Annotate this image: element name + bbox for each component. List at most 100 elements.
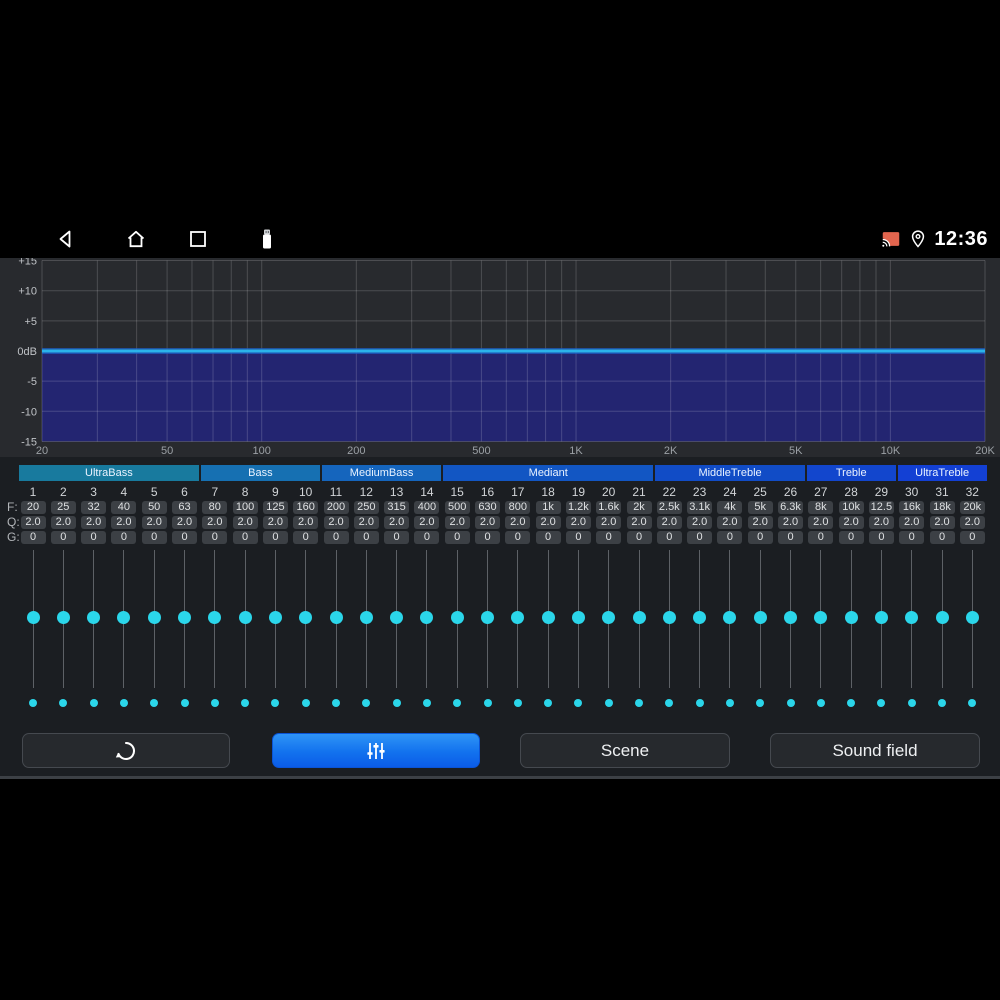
gain-value-chip[interactable]: 0	[778, 531, 803, 544]
frequency-value-chip[interactable]: 18k	[929, 501, 955, 514]
frequency-value-chip[interactable]: 160	[293, 501, 319, 514]
band-slider-thumb[interactable]	[450, 610, 464, 624]
band-slider-thumb[interactable]	[784, 610, 797, 624]
band-slider-thumb[interactable]	[632, 610, 646, 624]
q-factor-value-chip[interactable]: 2.0	[808, 516, 834, 529]
band-slider-thumb[interactable]	[268, 610, 282, 624]
frequency-value-chip[interactable]: 800	[505, 501, 531, 514]
q-factor-value-chip[interactable]: 2.0	[868, 516, 894, 529]
band-slider-thumb[interactable]	[693, 610, 707, 624]
band-slider-thumb[interactable]	[874, 610, 888, 624]
frequency-value-chip[interactable]: 5k	[747, 501, 773, 514]
frequency-value-chip[interactable]: 12.5	[868, 501, 894, 514]
band-slider-thumb[interactable]	[299, 610, 313, 624]
gain-value-chip[interactable]: 0	[202, 531, 228, 544]
equalizer-button[interactable]	[272, 733, 480, 768]
q-factor-value-chip[interactable]: 2.0	[50, 516, 76, 529]
frequency-value-chip[interactable]: 3.1k	[687, 501, 713, 514]
frequency-value-chip[interactable]: 1.6k	[596, 501, 622, 514]
q-factor-value-chip[interactable]: 2.0	[656, 516, 682, 529]
gain-value-chip[interactable]: 0	[444, 531, 470, 544]
usb-icon[interactable]	[255, 227, 279, 251]
frequency-value-chip[interactable]: 20k	[959, 501, 985, 514]
gain-value-chip[interactable]: 0	[565, 531, 591, 544]
band-slider-thumb[interactable]	[390, 610, 404, 624]
q-factor-value-chip[interactable]: 2.0	[626, 516, 652, 529]
band-slider-thumb[interactable]	[571, 610, 585, 624]
frequency-value-chip[interactable]: 125	[262, 501, 288, 514]
reset-button[interactable]	[22, 733, 230, 768]
band-slider-thumb[interactable]	[602, 610, 616, 624]
frequency-value-chip[interactable]: 2k	[626, 501, 652, 514]
frequency-value-chip[interactable]: 1k	[535, 501, 561, 514]
scene-button[interactable]: Scene	[520, 733, 730, 768]
q-factor-value-chip[interactable]: 2.0	[81, 516, 107, 529]
band-slider-thumb[interactable]	[329, 610, 343, 624]
band-slider-thumb[interactable]	[753, 610, 767, 624]
q-factor-value-chip[interactable]: 2.0	[141, 516, 167, 529]
recents-icon[interactable]	[186, 227, 210, 251]
band-slider-thumb[interactable]	[481, 610, 494, 624]
q-factor-value-chip[interactable]: 2.0	[535, 516, 561, 529]
gain-value-chip[interactable]: 0	[899, 531, 925, 544]
q-factor-value-chip[interactable]: 2.0	[323, 516, 349, 529]
band-slider-thumb[interactable]	[723, 610, 737, 624]
frequency-value-chip[interactable]: 16k	[899, 501, 925, 514]
band-slider-thumb[interactable]	[56, 610, 70, 624]
q-factor-value-chip[interactable]: 2.0	[20, 516, 46, 529]
gain-value-chip[interactable]: 0	[535, 531, 561, 544]
q-factor-value-chip[interactable]: 2.0	[717, 516, 743, 529]
frequency-value-chip[interactable]: 400	[414, 501, 440, 514]
band-slider-thumb[interactable]	[117, 610, 131, 624]
gain-value-chip[interactable]: 0	[111, 531, 137, 544]
gain-value-chip[interactable]: 0	[232, 531, 258, 544]
q-factor-value-chip[interactable]: 2.0	[596, 516, 622, 529]
q-factor-value-chip[interactable]: 2.0	[293, 516, 319, 529]
q-factor-value-chip[interactable]: 2.0	[384, 516, 410, 529]
band-slider-thumb[interactable]	[87, 610, 101, 624]
gain-value-chip[interactable]: 0	[475, 531, 500, 544]
gain-value-chip[interactable]: 0	[81, 531, 107, 544]
gain-value-chip[interactable]: 0	[929, 531, 955, 544]
frequency-value-chip[interactable]: 40	[111, 501, 137, 514]
frequency-value-chip[interactable]: 10k	[838, 501, 864, 514]
q-factor-value-chip[interactable]: 2.0	[959, 516, 985, 529]
frequency-value-chip[interactable]: 500	[444, 501, 470, 514]
gain-value-chip[interactable]: 0	[323, 531, 349, 544]
gain-value-chip[interactable]: 0	[141, 531, 167, 544]
gain-value-chip[interactable]: 0	[293, 531, 319, 544]
frequency-value-chip[interactable]: 32	[81, 501, 107, 514]
home-icon[interactable]	[124, 227, 148, 251]
band-slider-thumb[interactable]	[814, 610, 828, 624]
gain-value-chip[interactable]: 0	[717, 531, 743, 544]
q-factor-value-chip[interactable]: 2.0	[172, 516, 197, 529]
frequency-value-chip[interactable]: 4k	[717, 501, 743, 514]
q-factor-value-chip[interactable]: 2.0	[414, 516, 440, 529]
q-factor-value-chip[interactable]: 2.0	[111, 516, 137, 529]
q-factor-value-chip[interactable]: 2.0	[838, 516, 864, 529]
frequency-value-chip[interactable]: 315	[384, 501, 410, 514]
band-slider-thumb[interactable]	[541, 610, 555, 624]
frequency-value-chip[interactable]: 1.2k	[565, 501, 591, 514]
q-factor-value-chip[interactable]: 2.0	[232, 516, 258, 529]
band-slider-thumb[interactable]	[208, 610, 222, 624]
band-slider-thumb[interactable]	[238, 610, 252, 624]
q-factor-value-chip[interactable]: 2.0	[899, 516, 925, 529]
band-slider-thumb[interactable]	[511, 610, 525, 624]
frequency-value-chip[interactable]: 6.3k	[778, 501, 803, 514]
q-factor-value-chip[interactable]: 2.0	[778, 516, 803, 529]
band-slider-thumb[interactable]	[359, 610, 373, 624]
sound-field-button[interactable]: Sound field	[770, 733, 980, 768]
gain-value-chip[interactable]: 0	[868, 531, 894, 544]
gain-value-chip[interactable]: 0	[808, 531, 834, 544]
gain-value-chip[interactable]: 0	[838, 531, 864, 544]
q-factor-value-chip[interactable]: 2.0	[262, 516, 288, 529]
q-factor-value-chip[interactable]: 2.0	[475, 516, 500, 529]
gain-value-chip[interactable]: 0	[384, 531, 410, 544]
gain-value-chip[interactable]: 0	[626, 531, 652, 544]
frequency-value-chip[interactable]: 100	[232, 501, 258, 514]
gain-value-chip[interactable]: 0	[959, 531, 985, 544]
gain-value-chip[interactable]: 0	[172, 531, 197, 544]
band-slider-thumb[interactable]	[420, 610, 434, 624]
band-slider-thumb[interactable]	[147, 610, 161, 624]
